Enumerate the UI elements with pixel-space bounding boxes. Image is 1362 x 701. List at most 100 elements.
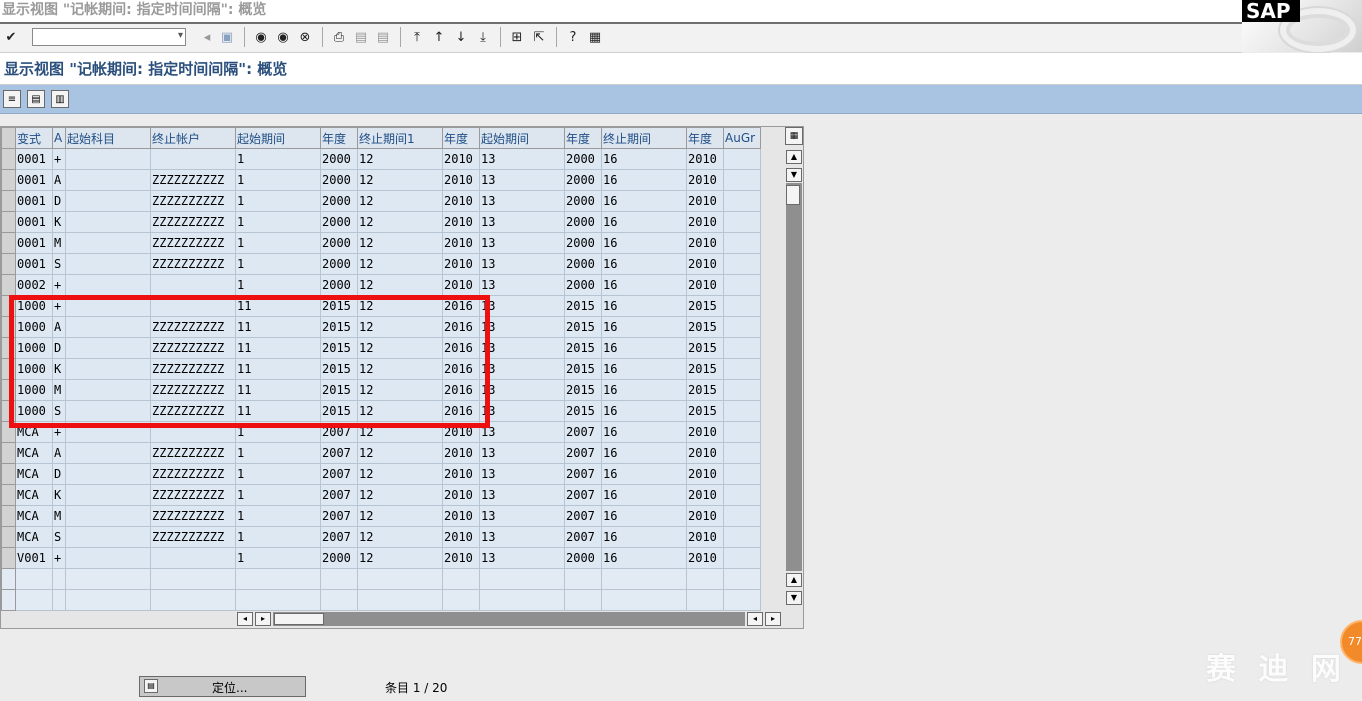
cancel-icon[interactable]: ⊗ — [296, 28, 314, 46]
table-row[interactable]: 0001 M ZZZZZZZZZZ 1 2000 12 2010 13 2000 16 2010 — [1, 232, 761, 254]
table-cell[interactable]: 1 — [235, 442, 321, 464]
table-cell[interactable]: 2010 — [686, 190, 724, 212]
table-cell[interactable]: 12 — [357, 526, 443, 548]
table-cell[interactable]: ZZZZZZZZZZ — [150, 442, 236, 464]
scroll-left-icon[interactable]: ◂ — [237, 612, 253, 626]
table-cell[interactable]: 2000 — [564, 190, 602, 212]
column-header[interactable]: 年度 — [442, 127, 480, 149]
table-cell[interactable] — [723, 190, 761, 212]
table-cell[interactable]: 0001 — [15, 211, 53, 233]
table-cell[interactable]: 16 — [601, 253, 687, 275]
table-cell[interactable]: 16 — [601, 337, 687, 359]
table-cell[interactable]: 2010 — [442, 547, 480, 569]
table-cell[interactable]: 13 — [479, 337, 565, 359]
table-cell[interactable]: ZZZZZZZZZZ — [150, 253, 236, 275]
table-cell[interactable]: 1 — [235, 526, 321, 548]
table-cell[interactable] — [723, 568, 761, 590]
table-cell[interactable]: 2015 — [320, 379, 358, 401]
table-row[interactable]: MCA +1 2007 12 2010 13 2007 16 2010 — [1, 421, 761, 443]
table-cell[interactable]: 11 — [235, 379, 321, 401]
table-cell[interactable] — [65, 442, 151, 464]
row-selector[interactable] — [1, 253, 16, 275]
help-icon[interactable]: ? — [564, 28, 582, 46]
table-cell[interactable]: 2000 — [320, 169, 358, 191]
table-cell[interactable]: 13 — [479, 379, 565, 401]
row-selector[interactable] — [1, 295, 16, 317]
table-cell[interactable]: 2010 — [686, 547, 724, 569]
table-cell[interactable]: 1 — [235, 253, 321, 275]
row-selector[interactable] — [1, 484, 16, 506]
table-cell[interactable] — [65, 190, 151, 212]
column-header[interactable]: 终止帐户 — [150, 127, 236, 149]
table-cell[interactable]: 12 — [357, 148, 443, 170]
table-cell[interactable]: 2007 — [320, 463, 358, 485]
table-cell[interactable]: 2010 — [442, 232, 480, 254]
table-cell[interactable]: 2015 — [564, 379, 602, 401]
table-cell[interactable]: ZZZZZZZZZZ — [150, 358, 236, 380]
print-icon[interactable]: ⎙ — [330, 28, 348, 46]
table-cell[interactable] — [601, 589, 687, 611]
table-row[interactable]: 1000 A ZZZZZZZZZZ 11 2015 12 2016 13 2015 16 2015 — [1, 316, 761, 338]
table-cell[interactable]: MCA — [15, 505, 53, 527]
table-cell[interactable]: ZZZZZZZZZZ — [150, 169, 236, 191]
table-cell[interactable]: 2010 — [442, 253, 480, 275]
table-cell[interactable]: 16 — [601, 274, 687, 296]
table-cell[interactable]: 2010 — [442, 148, 480, 170]
table-cell[interactable] — [65, 295, 151, 317]
table-cell[interactable]: 16 — [601, 295, 687, 317]
table-cell[interactable]: 12 — [357, 379, 443, 401]
table-cell[interactable]: 12 — [357, 253, 443, 275]
table-cell[interactable] — [723, 379, 761, 401]
table-cell[interactable]: 11 — [235, 358, 321, 380]
table-cell[interactable]: 2000 — [320, 253, 358, 275]
table-cell[interactable]: 2015 — [686, 295, 724, 317]
table-cell[interactable]: 1 — [235, 421, 321, 443]
table-cell[interactable]: 13 — [479, 484, 565, 506]
table-cell[interactable] — [150, 568, 236, 590]
table-cell[interactable]: 12 — [357, 547, 443, 569]
table-cell[interactable] — [723, 316, 761, 338]
table-cell[interactable] — [65, 463, 151, 485]
layout-menu-icon[interactable]: ▦ — [586, 28, 604, 46]
table-cell[interactable]: 2010 — [442, 169, 480, 191]
table-cell[interactable]: 13 — [479, 190, 565, 212]
table-cell[interactable] — [442, 568, 480, 590]
table-cell[interactable]: ZZZZZZZZZZ — [150, 526, 236, 548]
row-selector[interactable] — [1, 232, 16, 254]
create-session-icon[interactable]: ⊞ — [508, 28, 526, 46]
table-cell[interactable]: 2015 — [564, 337, 602, 359]
table-cell[interactable]: 1 — [235, 211, 321, 233]
table-cell[interactable] — [564, 568, 602, 590]
table-cell[interactable]: 2015 — [686, 400, 724, 422]
row-selector[interactable] — [1, 442, 16, 464]
table-cell[interactable]: 2016 — [442, 358, 480, 380]
back-arrow-icon[interactable]: ◂ — [198, 28, 216, 46]
table-cell[interactable]: K — [52, 358, 66, 380]
table-cell[interactable]: 2010 — [442, 421, 480, 443]
table-cell[interactable]: 11 — [235, 400, 321, 422]
table-cell[interactable]: 13 — [479, 442, 565, 464]
table-cell[interactable]: 13 — [479, 526, 565, 548]
command-field[interactable]: ▾ — [32, 28, 186, 46]
table-cell[interactable]: M — [52, 505, 66, 527]
table-cell[interactable]: V001 — [15, 547, 53, 569]
table-cell[interactable]: 2016 — [442, 295, 480, 317]
select-all-column-header[interactable] — [1, 127, 16, 149]
table-cell[interactable]: ZZZZZZZZZZ — [150, 484, 236, 506]
table-cell[interactable] — [65, 316, 151, 338]
table-cell[interactable]: 13 — [479, 295, 565, 317]
table-cell[interactable]: 12 — [357, 169, 443, 191]
table-cell[interactable] — [65, 253, 151, 275]
deselect-all-icon[interactable]: ▥ — [51, 90, 69, 108]
table-cell[interactable]: ZZZZZZZZZZ — [150, 232, 236, 254]
table-cell[interactable]: 2015 — [564, 316, 602, 338]
table-cell[interactable]: 13 — [479, 274, 565, 296]
table-cell[interactable] — [150, 589, 236, 611]
table-cell[interactable]: 11 — [235, 295, 321, 317]
table-cell[interactable]: + — [52, 547, 66, 569]
table-cell[interactable] — [723, 442, 761, 464]
table-cell[interactable]: 2010 — [442, 442, 480, 464]
previous-page-icon[interactable]: ↑ — [430, 28, 448, 46]
table-cell[interactable]: K — [52, 211, 66, 233]
table-cell[interactable] — [723, 526, 761, 548]
